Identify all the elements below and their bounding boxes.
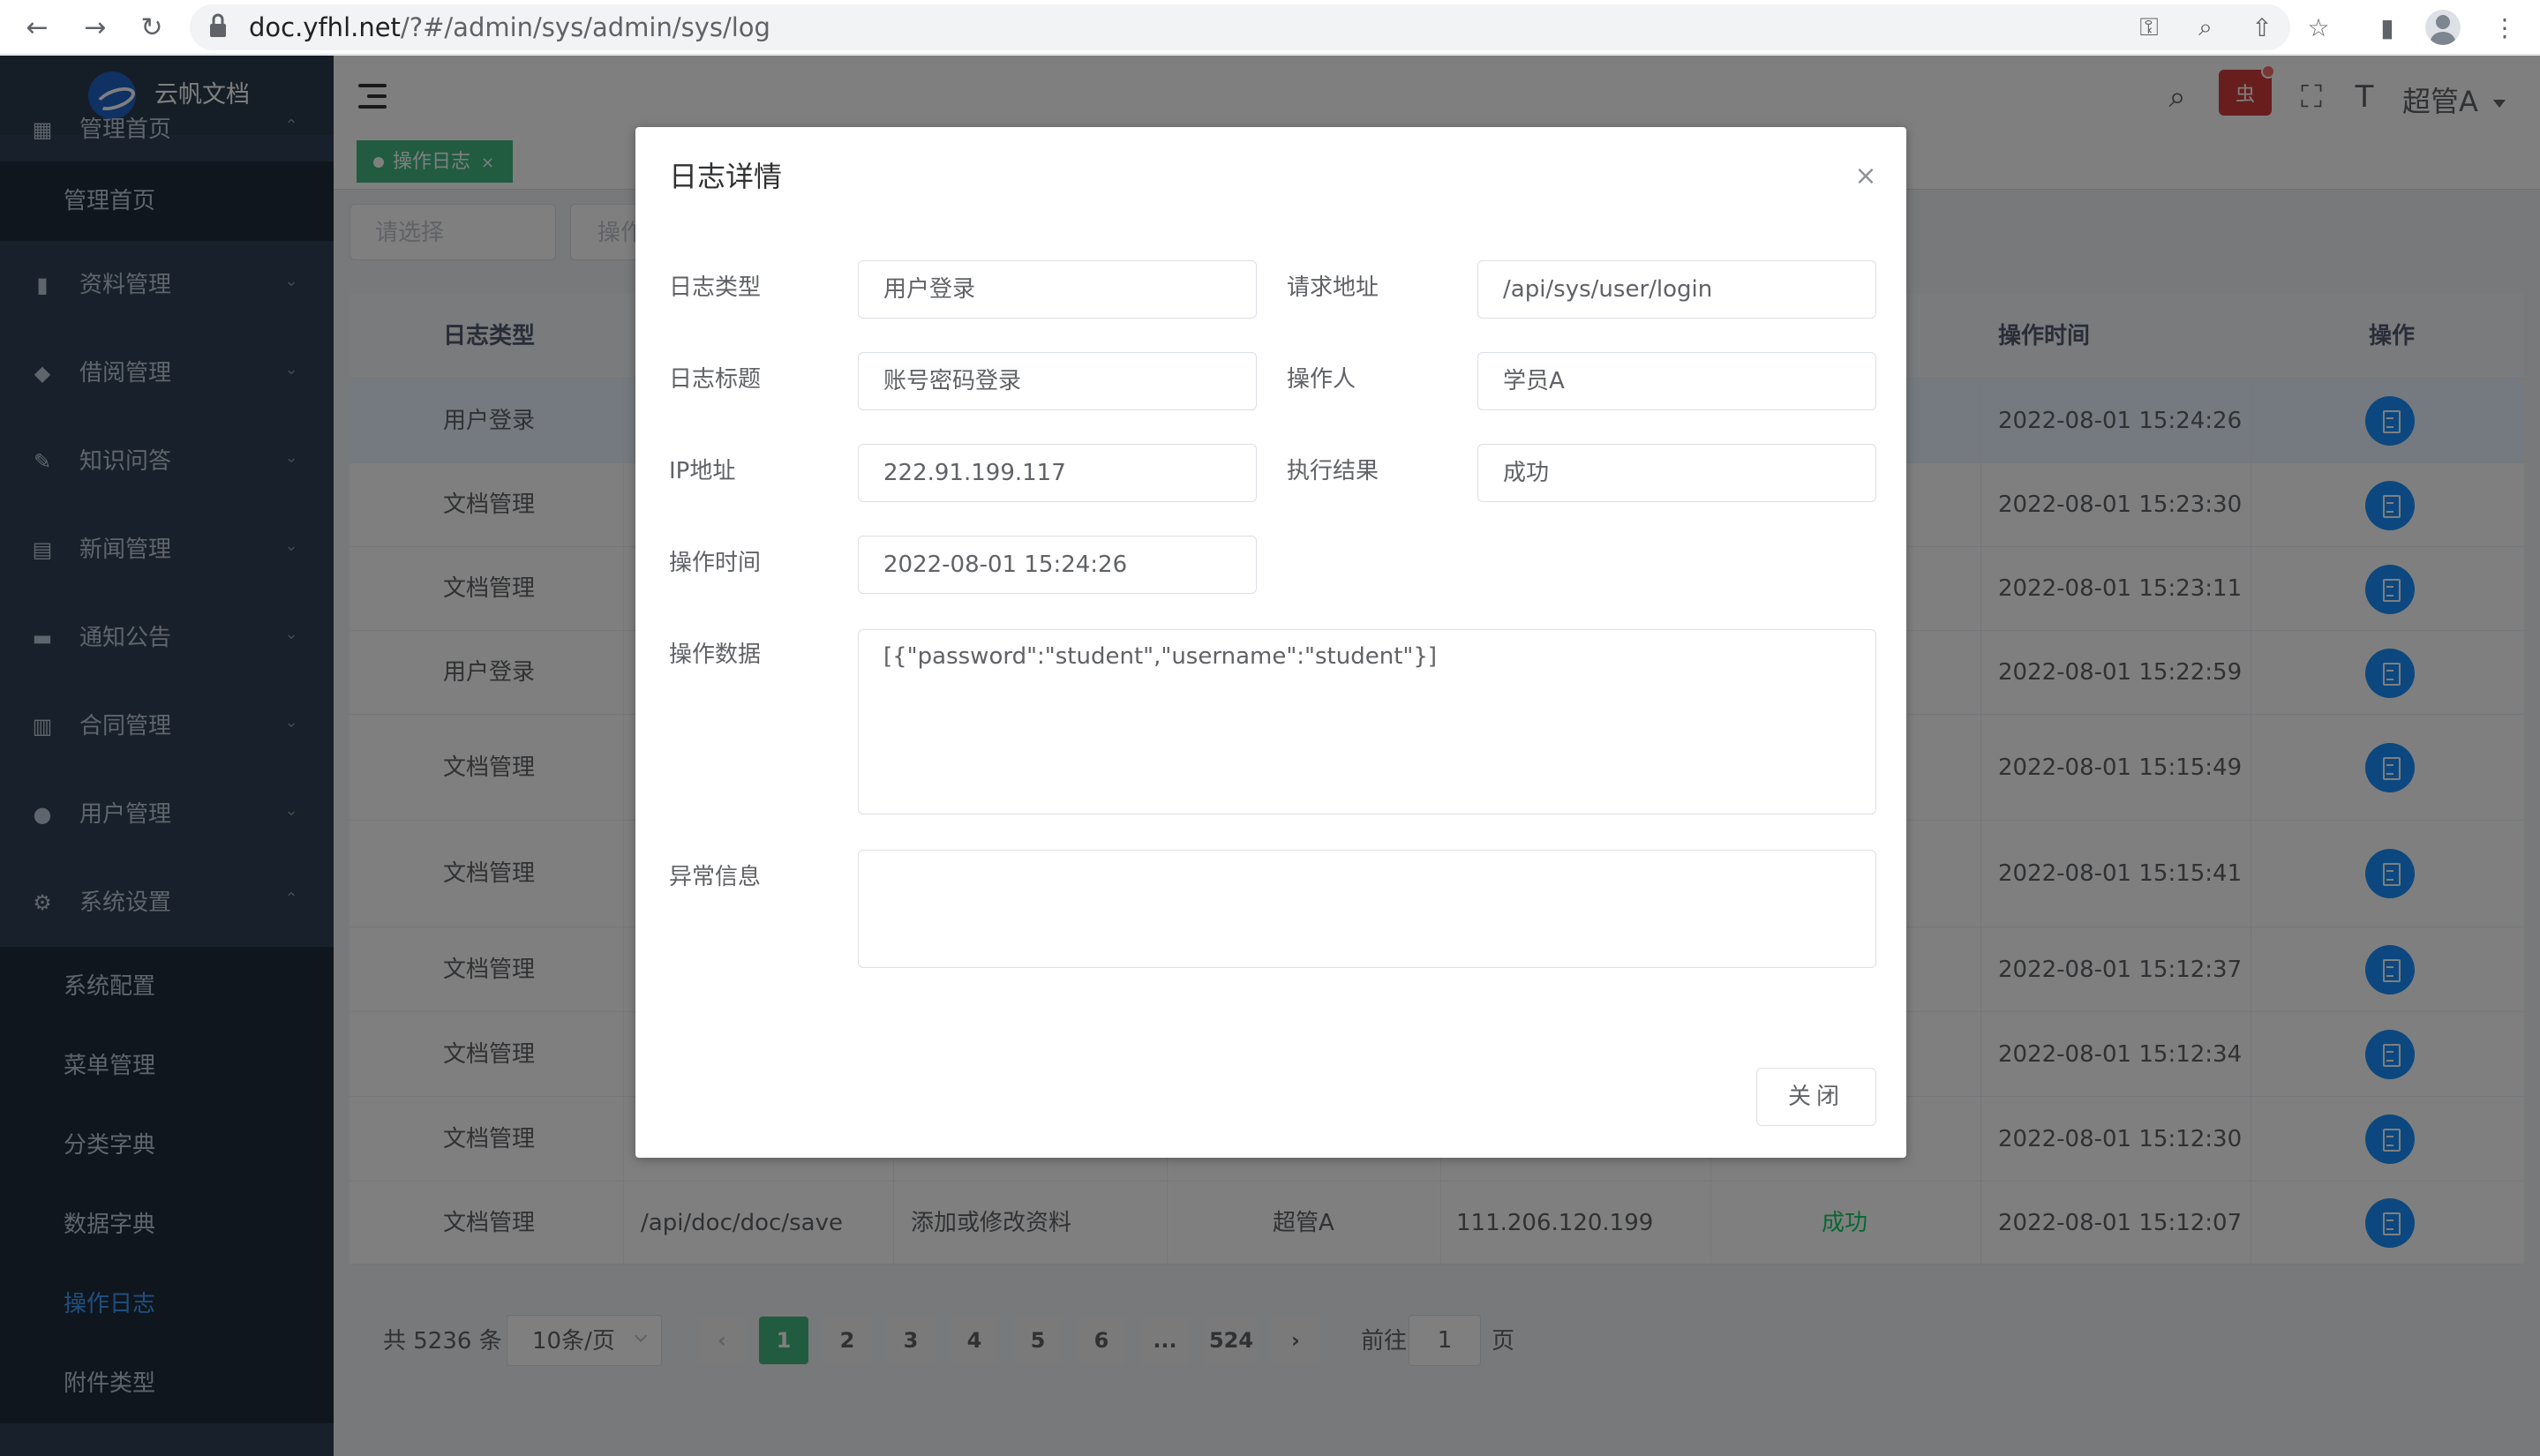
error-label: 异常信息 (669, 864, 762, 890)
browser-toolbar: ← → ↻ doc.yfhl.net/?#/admin/sys/admin/sy… (0, 0, 2540, 55)
profile-avatar[interactable] (2425, 10, 2461, 45)
time-field[interactable]: 2022-08-01 15:24:26 (858, 536, 1257, 594)
dialog-title: 日志详情 (669, 160, 783, 193)
lock-icon (210, 13, 226, 37)
operator-field[interactable]: 学员A (1477, 352, 1876, 410)
ip-label: IP地址 (669, 458, 736, 484)
operator-label: 操作人 (1287, 366, 1356, 393)
log-type-field[interactable]: 用户登录 (858, 260, 1257, 319)
close-icon[interactable]: × (1852, 162, 1880, 191)
request-url-field[interactable]: /api/sys/user/login (1477, 260, 1876, 319)
star-icon[interactable]: ☆ (2299, 8, 2338, 47)
error-info-textarea[interactable] (858, 850, 1876, 968)
close-button[interactable]: 关闭 (1756, 1068, 1876, 1126)
result-label: 执行结果 (1287, 458, 1379, 484)
data-label: 操作数据 (669, 642, 762, 668)
more-menu-icon[interactable]: ⋮ (2485, 8, 2524, 47)
forward-icon[interactable]: → (76, 8, 115, 47)
log-title-label: 日志标题 (669, 366, 762, 393)
operation-data-textarea[interactable]: [{"password":"student","username":"stude… (858, 629, 1876, 814)
url-host: doc.yfhl.net (249, 12, 401, 42)
zoom-icon[interactable]: ⌕ (2186, 8, 2225, 47)
side-panel-icon[interactable]: ▮ (2368, 8, 2407, 47)
result-field[interactable]: 成功 (1477, 444, 1876, 502)
time-label: 操作时间 (669, 550, 762, 576)
reload-icon[interactable]: ↻ (132, 8, 171, 47)
log-detail-dialog: 日志详情 × 日志类型 用户登录 请求地址 /api/sys/user/logi… (635, 127, 1906, 1158)
log-title-field[interactable]: 账号密码登录 (858, 352, 1257, 410)
back-icon[interactable]: ← (18, 8, 56, 47)
ip-field[interactable]: 222.91.199.117 (858, 444, 1257, 502)
url-text[interactable]: doc.yfhl.net/?#/admin/sys/admin/sys/log (249, 9, 770, 46)
log-type-label: 日志类型 (669, 274, 762, 301)
share-icon[interactable]: ⇧ (2243, 8, 2281, 47)
url-path: /?#/admin/sys/admin/sys/log (400, 12, 770, 42)
key-icon[interactable]: ⚿ (2130, 8, 2168, 47)
request-url-label: 请求地址 (1287, 274, 1379, 301)
